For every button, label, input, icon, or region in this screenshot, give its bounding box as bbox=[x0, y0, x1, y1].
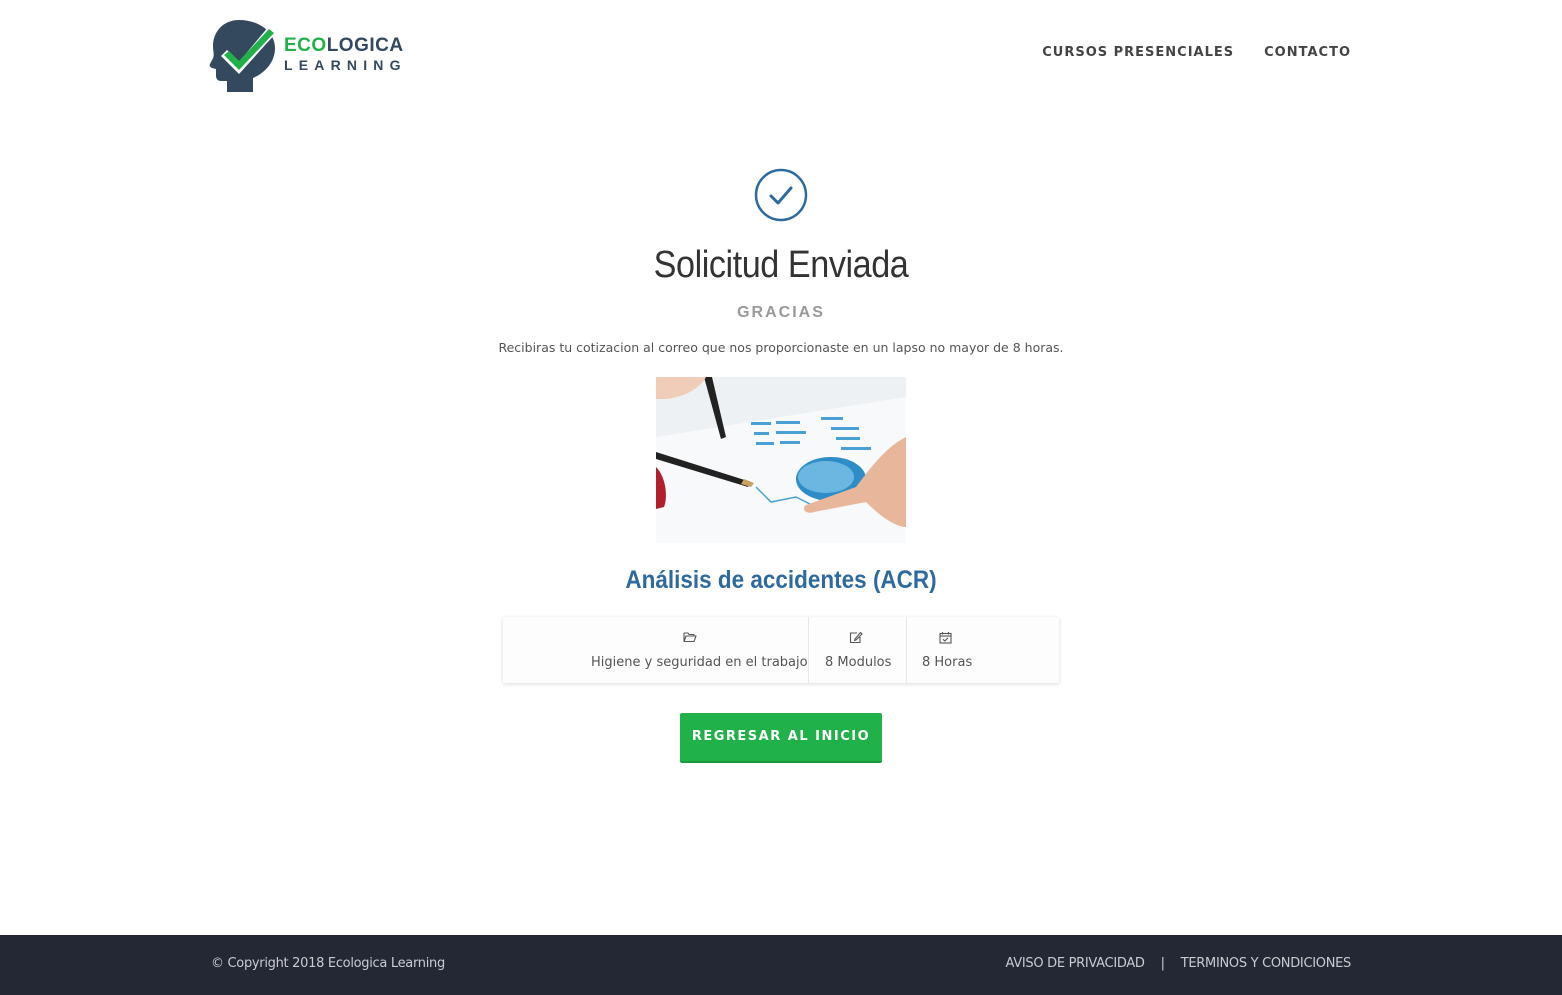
main-nav: CURSOS PRESENCIALES CONTACTO bbox=[1042, 45, 1351, 60]
course-category-label: Higiene y seguridad en el trabajo bbox=[591, 655, 808, 670]
course-modules: 8 Modulos bbox=[809, 617, 907, 683]
logo[interactable]: ECOLOGICA LEARNING bbox=[209, 18, 409, 96]
head-check-logo-icon bbox=[209, 20, 277, 92]
back-to-home-button[interactable]: REGRESAR AL INICIO bbox=[680, 713, 882, 763]
edit-icon bbox=[849, 631, 863, 644]
page-subtitle: GRACIAS bbox=[737, 304, 825, 321]
header: ECOLOGICA LEARNING CURSOS PRESENCIALES C… bbox=[0, 0, 1562, 110]
course-title: Análisis de accidentes (ACR) bbox=[625, 566, 937, 594]
logo-line-1: ECOLOGICA bbox=[284, 36, 407, 56]
footer: © Copyright 2018 Ecologica Learning AVIS… bbox=[0, 935, 1562, 995]
confirmation-message: Recibiras tu cotizacion al correo que no… bbox=[498, 340, 1064, 355]
course-hours-label: 8 Horas bbox=[922, 655, 973, 670]
logo-eco-text: ECO bbox=[284, 35, 327, 56]
course-modules-label: 8 Modulos bbox=[825, 655, 892, 670]
folder-open-icon bbox=[683, 632, 697, 643]
footer-links: AVISO DE PRIVACIDAD | TERMINOS Y CONDICION… bbox=[1006, 956, 1352, 971]
logo-line-2: LEARNING bbox=[284, 57, 407, 73]
page-title: Solicitud Enviada bbox=[653, 244, 909, 286]
check-circle-icon bbox=[754, 168, 808, 222]
course-meta: Higiene y seguridad en el trabajo 8 Modu… bbox=[503, 617, 1059, 683]
logo-wordmark: ECOLOGICA LEARNING bbox=[284, 36, 407, 74]
main-content: Solicitud Enviada GRACIAS Recibiras tu c… bbox=[0, 168, 1562, 763]
nav-contacto[interactable]: CONTACTO bbox=[1264, 45, 1351, 60]
copyright-text: © Copyright 2018 Ecologica Learning bbox=[211, 956, 445, 971]
course-hours: 8 Horas bbox=[907, 617, 1059, 683]
calendar-check-icon bbox=[939, 632, 952, 644]
footer-separator: | bbox=[1160, 956, 1165, 971]
privacy-notice-link[interactable]: AVISO DE PRIVACIDAD bbox=[1006, 956, 1145, 971]
nav-cursos-presenciales[interactable]: CURSOS PRESENCIALES bbox=[1042, 45, 1234, 60]
course-image bbox=[656, 377, 906, 543]
logo-logica-text: LOGICA bbox=[326, 35, 404, 56]
course-category: Higiene y seguridad en el trabajo bbox=[503, 617, 809, 683]
terms-link[interactable]: TERMINOS Y CONDICIONES bbox=[1181, 956, 1352, 971]
page: ECOLOGICA LEARNING CURSOS PRESENCIALES C… bbox=[0, 0, 1562, 995]
